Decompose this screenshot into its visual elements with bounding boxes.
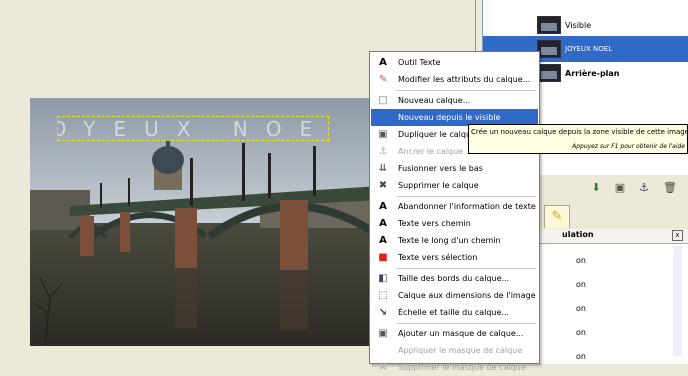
menu-item-outil-texte[interactable]: A Outil Texte bbox=[371, 54, 538, 71]
merge-down-icon: ⇊ bbox=[378, 163, 388, 174]
menu-item-texte-long-chemin[interactable]: A Texte le long d'un chemin bbox=[371, 232, 538, 249]
tooltip-text: Crée un nouveau calque depuis la zone vi… bbox=[471, 128, 688, 136]
scrollbar[interactable] bbox=[673, 246, 682, 356]
layer-name: Visible bbox=[565, 20, 592, 30]
menu-separator bbox=[396, 323, 536, 324]
menu-item-nouveau-calque[interactable]: □ Nouveau calque... bbox=[371, 92, 538, 109]
border-size-icon: ◧ bbox=[378, 273, 388, 284]
menu-item-supprimer[interactable]: ✖ Supprimer le calque bbox=[371, 177, 538, 194]
tooltip-hint: Appuyez sur F1 pour obtenir de l'aide bbox=[572, 143, 685, 150]
menu-item-ajouter-masque[interactable]: ▣ Ajouter un masque de calque... bbox=[371, 325, 538, 342]
delete-icon[interactable]: 🗑 bbox=[663, 181, 677, 194]
text-selection-icon: ■ bbox=[378, 252, 388, 263]
text-icon: A bbox=[379, 235, 387, 246]
text-layer-thumbnail bbox=[537, 40, 561, 58]
text-tool-icon: A bbox=[379, 57, 387, 68]
duplicate-icon[interactable]: ▣ bbox=[615, 181, 625, 194]
list-item[interactable]: on bbox=[576, 304, 586, 313]
layer-thumbnail bbox=[537, 64, 561, 82]
menu-item-texte-vers-chemin[interactable]: A Texte vers chemin bbox=[371, 215, 538, 232]
add-mask-icon: ▣ bbox=[378, 328, 388, 339]
anchor-icon[interactable]: ⚓ bbox=[639, 181, 649, 194]
list-item[interactable]: on bbox=[576, 352, 586, 361]
menu-separator bbox=[396, 90, 536, 91]
chain-icon[interactable] bbox=[507, 12, 537, 38]
tooltip: Crée un nouveau calque depuis la zone vi… bbox=[468, 124, 688, 154]
fit-image-icon: ⬚ bbox=[378, 290, 388, 301]
menu-item-fusionner[interactable]: ⇊ Fusionner vers le bas bbox=[371, 160, 538, 177]
list-item[interactable]: on bbox=[576, 256, 586, 265]
layer-row-visible[interactable]: Visible bbox=[483, 12, 688, 38]
menu-separator bbox=[396, 268, 536, 269]
menu-item-modifier-attributs[interactable]: ✎ Modifier les attributs du calque... bbox=[371, 71, 538, 88]
eye-icon[interactable] bbox=[483, 12, 507, 38]
text-icon: A bbox=[379, 218, 387, 229]
menu-item-abandonner-info-texte[interactable]: A Abandonner l'information de texte bbox=[371, 198, 538, 215]
undo-header-label: ulation bbox=[562, 230, 594, 239]
menu-item-supprimer-masque[interactable]: ✖ Supprimer le masque de calque bbox=[371, 359, 538, 376]
close-icon[interactable]: x bbox=[672, 230, 683, 241]
list-item[interactable]: on bbox=[576, 280, 586, 289]
menu-item-calque-aux-dimensions[interactable]: ⬚ Calque aux dimensions de l'image bbox=[371, 287, 538, 304]
edit-attrs-icon: ✎ bbox=[378, 74, 388, 85]
menu-item-appliquer-masque[interactable]: Appliquer le masque de calque bbox=[371, 342, 538, 359]
text-icon: A bbox=[379, 201, 387, 212]
text-layer-outline[interactable]: JOYEUX NOEL bbox=[57, 116, 329, 141]
new-layer-icon: □ bbox=[378, 95, 388, 106]
menu-item-echelle-taille[interactable]: ↘ Échelle et taille du calque... bbox=[371, 304, 538, 321]
undo-history-tab-icon[interactable]: ✎ bbox=[544, 205, 570, 228]
layer-name: JOYEUX NOEL bbox=[565, 45, 613, 53]
list-item[interactable]: on bbox=[576, 328, 586, 337]
duplicate-icon: ▣ bbox=[378, 129, 388, 140]
delete-icon: ✖ bbox=[378, 180, 388, 191]
layer-thumbnail bbox=[537, 16, 561, 34]
anchor-icon: ⚓ bbox=[378, 146, 388, 157]
layer-name: Arrière-plan bbox=[565, 68, 620, 78]
scale-icon: ↘ bbox=[378, 307, 388, 318]
layer-context-menu: A Outil Texte ✎ Modifier les attributs d… bbox=[369, 51, 540, 373]
menu-item-taille-bords[interactable]: ◧ Taille des bords du calque... bbox=[371, 270, 538, 287]
raise-layer-icon[interactable]: ⬇ bbox=[592, 181, 601, 194]
menu-item-texte-vers-selection[interactable]: ■ Texte vers sélection bbox=[371, 249, 538, 266]
menu-separator bbox=[396, 196, 536, 197]
